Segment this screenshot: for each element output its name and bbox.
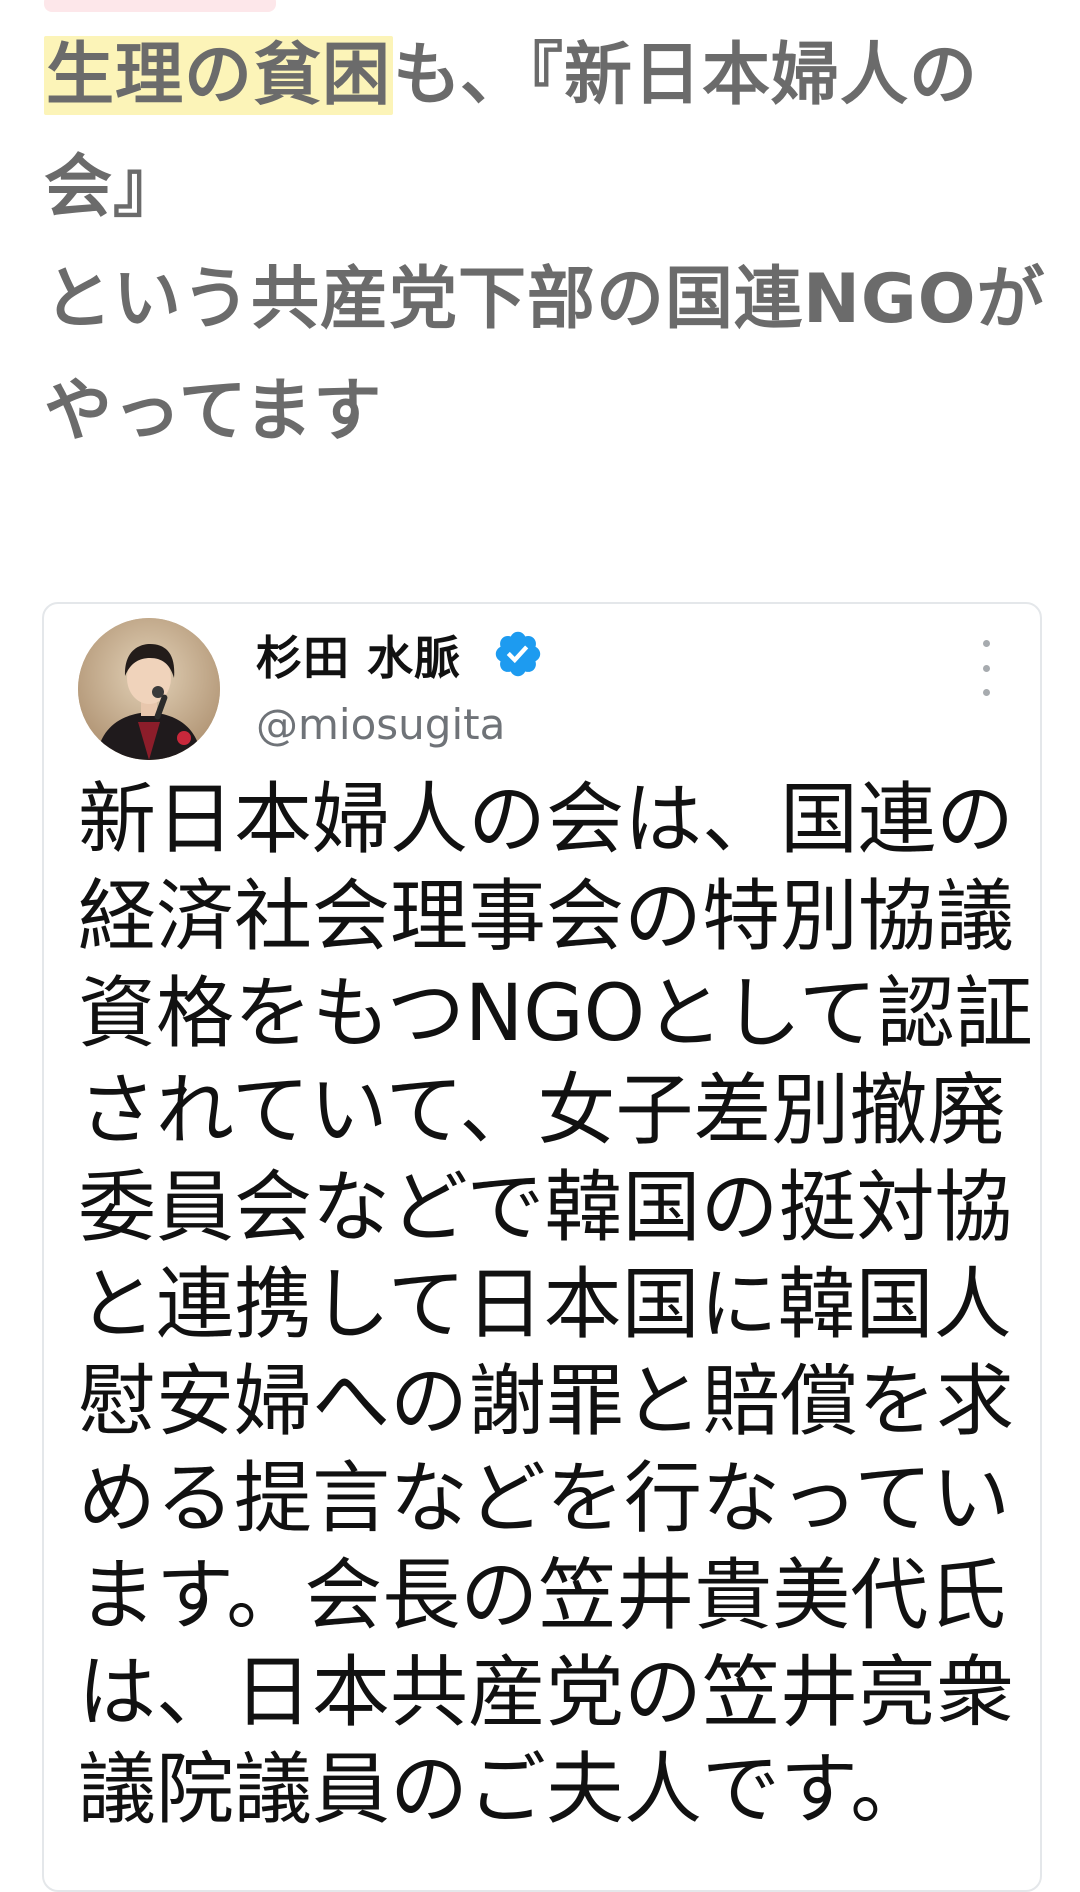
post-line-1-rest: も、『新日本婦人の: [393, 36, 978, 115]
post-line-2: 会』: [44, 148, 183, 227]
tweet-line: ます。会長の笠井貴美代氏: [78, 1551, 1007, 1641]
post-line-4: やってます: [44, 372, 383, 451]
post-line-3: という共産党下部の国連NGOが: [44, 260, 1046, 339]
tweet-line: 新日本婦人の会は、国連の: [78, 775, 1015, 865]
more-dot: [982, 689, 990, 696]
tweet-line: 資格をもつNGOとして認証: [78, 969, 1033, 1059]
author-name[interactable]: 杉田 水脈: [256, 622, 461, 688]
avatar-image: [78, 618, 220, 760]
tweet-line: 委員会などで韓国の挺対協: [78, 1163, 1013, 1253]
tweet-line: める提言などを行なってい: [78, 1454, 1011, 1544]
tweet-body: 新日本婦人の会は、国連の 経済社会理事会の特別協議 資格をもつNGOとして認証 …: [78, 772, 1038, 1839]
post-text: 生理の貧困も、『新日本婦人の 会』 という共産党下部の国連NGOが やってます: [44, 20, 1046, 468]
tweet-line: 議院議員のご夫人です。: [78, 1745, 929, 1835]
tweet-line: と連携して日本国に韓国人: [78, 1260, 1012, 1350]
tweet-line: 経済社会理事会の特別協議: [78, 872, 1015, 962]
quoted-tweet-card[interactable]: 杉田 水脈 @miosugita 新日本婦人の会は、国連の 経済社会理事会の特別…: [42, 602, 1042, 1892]
tweet-line: されていて、女子差別撤廃: [78, 1066, 1006, 1156]
highlighted-phrase[interactable]: 生理の貧困: [44, 36, 394, 115]
top-tag-decoration: [44, 0, 276, 12]
more-dot: [982, 664, 990, 672]
tweet-line: 慰安婦への謝罪と賠償を求: [78, 1357, 1015, 1447]
more-vertical-icon: [982, 640, 990, 647]
avatar[interactable]: [78, 618, 220, 760]
verified-badge-icon: [495, 631, 541, 677]
post-line-1: 生理の貧困も、『新日本婦人の: [44, 20, 1034, 132]
tweet-line: は、日本共産党の笠井亮衆: [78, 1648, 1015, 1738]
author-handle[interactable]: @miosugita: [256, 700, 505, 749]
more-options-button[interactable]: [974, 640, 998, 696]
